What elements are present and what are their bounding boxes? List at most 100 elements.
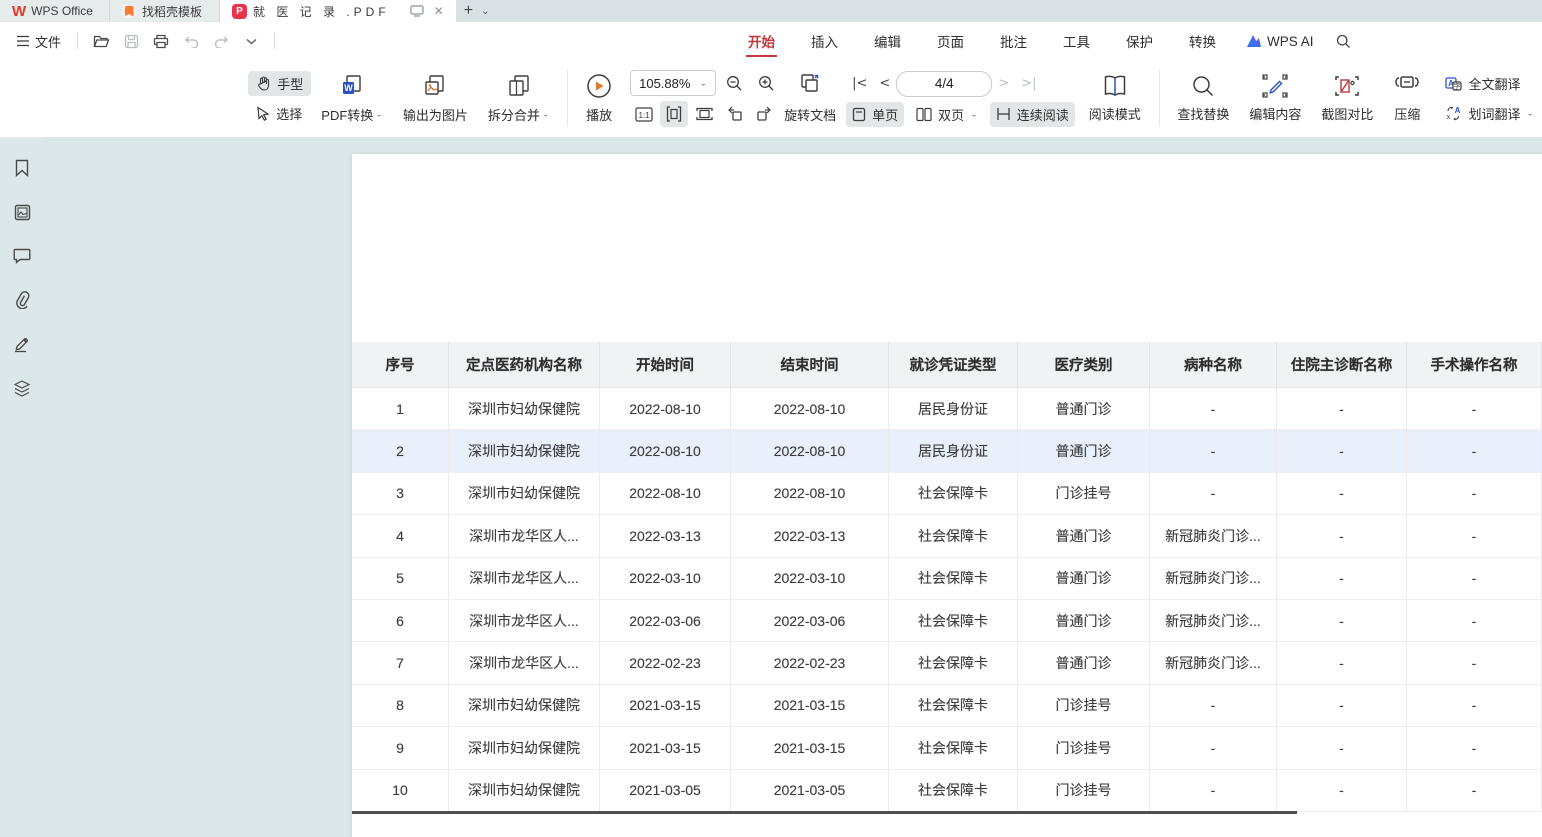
wps-ai-icon — [1246, 34, 1262, 48]
table-row: 3深圳市妇幼保健院2022-08-102022-08-10社会保障卡门诊挂号--… — [352, 473, 1542, 515]
word-translate-button[interactable]: xA 划词翻译 ⌄ — [1437, 101, 1542, 126]
table-cell: 门诊挂号 — [1018, 727, 1150, 769]
table-cell: 深圳市妇幼保健院 — [449, 388, 600, 430]
menu-tab-protect[interactable]: 保护 — [1108, 22, 1171, 60]
menu-tab-home[interactable]: 开始 — [730, 22, 793, 60]
double-page-button[interactable]: 双页 ⌄ — [910, 102, 984, 127]
annotate-pen-icon[interactable] — [11, 333, 33, 355]
page-indicator-input[interactable]: 4/4 — [896, 71, 992, 97]
document-canvas[interactable]: 序号定点医药机构名称开始时间结束时间就诊凭证类型医疗类别病种名称住院主诊断名称手… — [44, 137, 1542, 837]
open-file-button[interactable] — [88, 29, 114, 53]
table-cell: 2021-03-15 — [600, 685, 731, 727]
table-cell: - — [1150, 770, 1277, 812]
table-cell: - — [1407, 558, 1542, 600]
table-cell: - — [1407, 600, 1542, 642]
screenshot-compare-button[interactable]: 截图对比 — [1311, 60, 1383, 137]
comment-icon[interactable] — [11, 245, 33, 267]
table-cell: 2022-03-10 — [731, 558, 889, 600]
play-button[interactable]: 播放 — [576, 60, 622, 137]
redo-button[interactable] — [208, 29, 234, 53]
menu-tab-edit[interactable]: 编辑 — [856, 22, 919, 60]
read-mode-button[interactable]: 阅读模式 — [1079, 60, 1151, 137]
chevron-down-icon: ⌄ — [542, 110, 550, 119]
pdf-convert-label: PDF转换 — [321, 105, 373, 124]
column-header: 序号 — [352, 342, 449, 388]
tab-list-chevron-icon[interactable]: ⌄ — [481, 0, 495, 22]
fit-page-button[interactable] — [690, 101, 718, 127]
column-header: 就诊凭证类型 — [889, 342, 1018, 388]
table-cell: 社会保障卡 — [889, 515, 1018, 557]
table-cell: 2 — [352, 430, 449, 472]
thumbnail-icon[interactable] — [11, 201, 33, 223]
page-indicator-value: 4/4 — [935, 76, 954, 91]
tab-wps-office[interactable]: W WPS Office — [0, 0, 110, 22]
edit-content-button[interactable]: 编辑内容 — [1239, 60, 1311, 137]
zoom-level-select[interactable]: 105.88% ⌄ — [630, 70, 716, 96]
table-cell: 2022-03-10 — [600, 558, 731, 600]
table-cell: 2021-03-05 — [600, 770, 731, 812]
print-button[interactable] — [148, 29, 174, 53]
tab-docer-templates[interactable]: 找稻壳模板 — [110, 0, 220, 22]
table-cell: 社会保障卡 — [889, 685, 1018, 727]
layers-icon[interactable] — [11, 377, 33, 399]
table-row: 10深圳市妇幼保健院2021-03-052021-03-05社会保障卡门诊挂号-… — [352, 770, 1542, 812]
menu-tab-page[interactable]: 页面 — [919, 22, 982, 60]
first-page-button[interactable]: |< — [846, 76, 873, 91]
last-page-button[interactable]: >| — [1015, 76, 1042, 91]
compress-button[interactable]: 压缩 — [1383, 60, 1431, 137]
zoom-in-button[interactable] — [752, 70, 780, 96]
select-tool-button[interactable]: 选择 — [248, 101, 311, 126]
fit-width-button[interactable] — [660, 101, 688, 127]
single-page-button[interactable]: 单页 — [846, 102, 904, 127]
table-cell: - — [1277, 727, 1407, 769]
menu-tab-convert[interactable]: 转换 — [1171, 22, 1234, 60]
actual-size-button[interactable]: 1:1 — [630, 101, 658, 127]
table-row: 8深圳市妇幼保健院2021-03-152021-03-15社会保障卡门诊挂号--… — [352, 685, 1542, 727]
medical-records-table: 序号定点医药机构名称开始时间结束时间就诊凭证类型医疗类别病种名称住院主诊断名称手… — [352, 342, 1542, 812]
next-page-button[interactable]: > — [992, 76, 1015, 91]
book-icon — [1102, 74, 1128, 98]
zoom-out-button[interactable] — [720, 70, 748, 96]
full-translate-button[interactable]: A字 全文翻译 — [1437, 71, 1542, 96]
menu-tab-wps-ai[interactable]: WPS AI — [1234, 34, 1326, 49]
table-cell: 2022-02-23 — [600, 642, 731, 684]
pdf-convert-button[interactable]: W PDF转换⌄ — [311, 60, 393, 137]
bookmark-icon[interactable] — [11, 157, 33, 179]
tab-document-active[interactable]: P 就 医 记 录 .PDF ✕ — [220, 0, 456, 22]
divider — [274, 33, 275, 49]
export-image-label: 输出为图片 — [403, 105, 468, 124]
export-image-button[interactable]: 输出为图片 — [393, 60, 478, 137]
column-header: 住院主诊断名称 — [1277, 342, 1407, 388]
swap-pages-button[interactable] — [796, 70, 824, 96]
divider — [77, 33, 78, 49]
table-cell: 2022-08-10 — [731, 388, 889, 430]
menu-tab-comment[interactable]: 批注 — [982, 22, 1045, 60]
quick-access-chevron-icon[interactable] — [238, 29, 264, 53]
prev-page-button[interactable]: < — [873, 76, 896, 91]
table-cell: - — [1277, 642, 1407, 684]
chevron-down-icon: ⌄ — [970, 110, 978, 119]
zoom-level-value: 105.88% — [639, 76, 690, 91]
rotate-right-button[interactable] — [750, 101, 778, 127]
rotate-doc-label[interactable]: 旋转文档 — [780, 105, 836, 124]
continuous-read-button[interactable]: 连续阅读 — [990, 102, 1075, 127]
rotate-left-button[interactable] — [720, 101, 748, 127]
monitor-icon[interactable] — [410, 5, 424, 17]
menu-tab-insert[interactable]: 插入 — [793, 22, 856, 60]
table-row: 9深圳市妇幼保健院2021-03-152021-03-15社会保障卡门诊挂号--… — [352, 727, 1542, 769]
split-merge-button[interactable]: 拆分合并⌄ — [478, 60, 560, 137]
new-tab-button[interactable]: + — [456, 0, 481, 22]
hand-tool-button[interactable]: 手型 — [248, 71, 311, 96]
table-cell: 2021-03-05 — [731, 770, 889, 812]
file-menu-button[interactable]: 文件 — [10, 28, 67, 55]
menu-tab-tools[interactable]: 工具 — [1045, 22, 1108, 60]
menu-search-button[interactable] — [1326, 34, 1361, 49]
chevron-down-icon: ⌄ — [700, 79, 708, 88]
find-replace-button[interactable]: 查找替换 — [1167, 60, 1239, 137]
play-label: 播放 — [586, 105, 612, 124]
close-tab-icon[interactable]: ✕ — [434, 4, 444, 18]
attachment-icon[interactable] — [11, 289, 33, 311]
save-button[interactable] — [118, 29, 144, 53]
table-scrollbar[interactable] — [352, 811, 1297, 814]
undo-button[interactable] — [178, 29, 204, 53]
